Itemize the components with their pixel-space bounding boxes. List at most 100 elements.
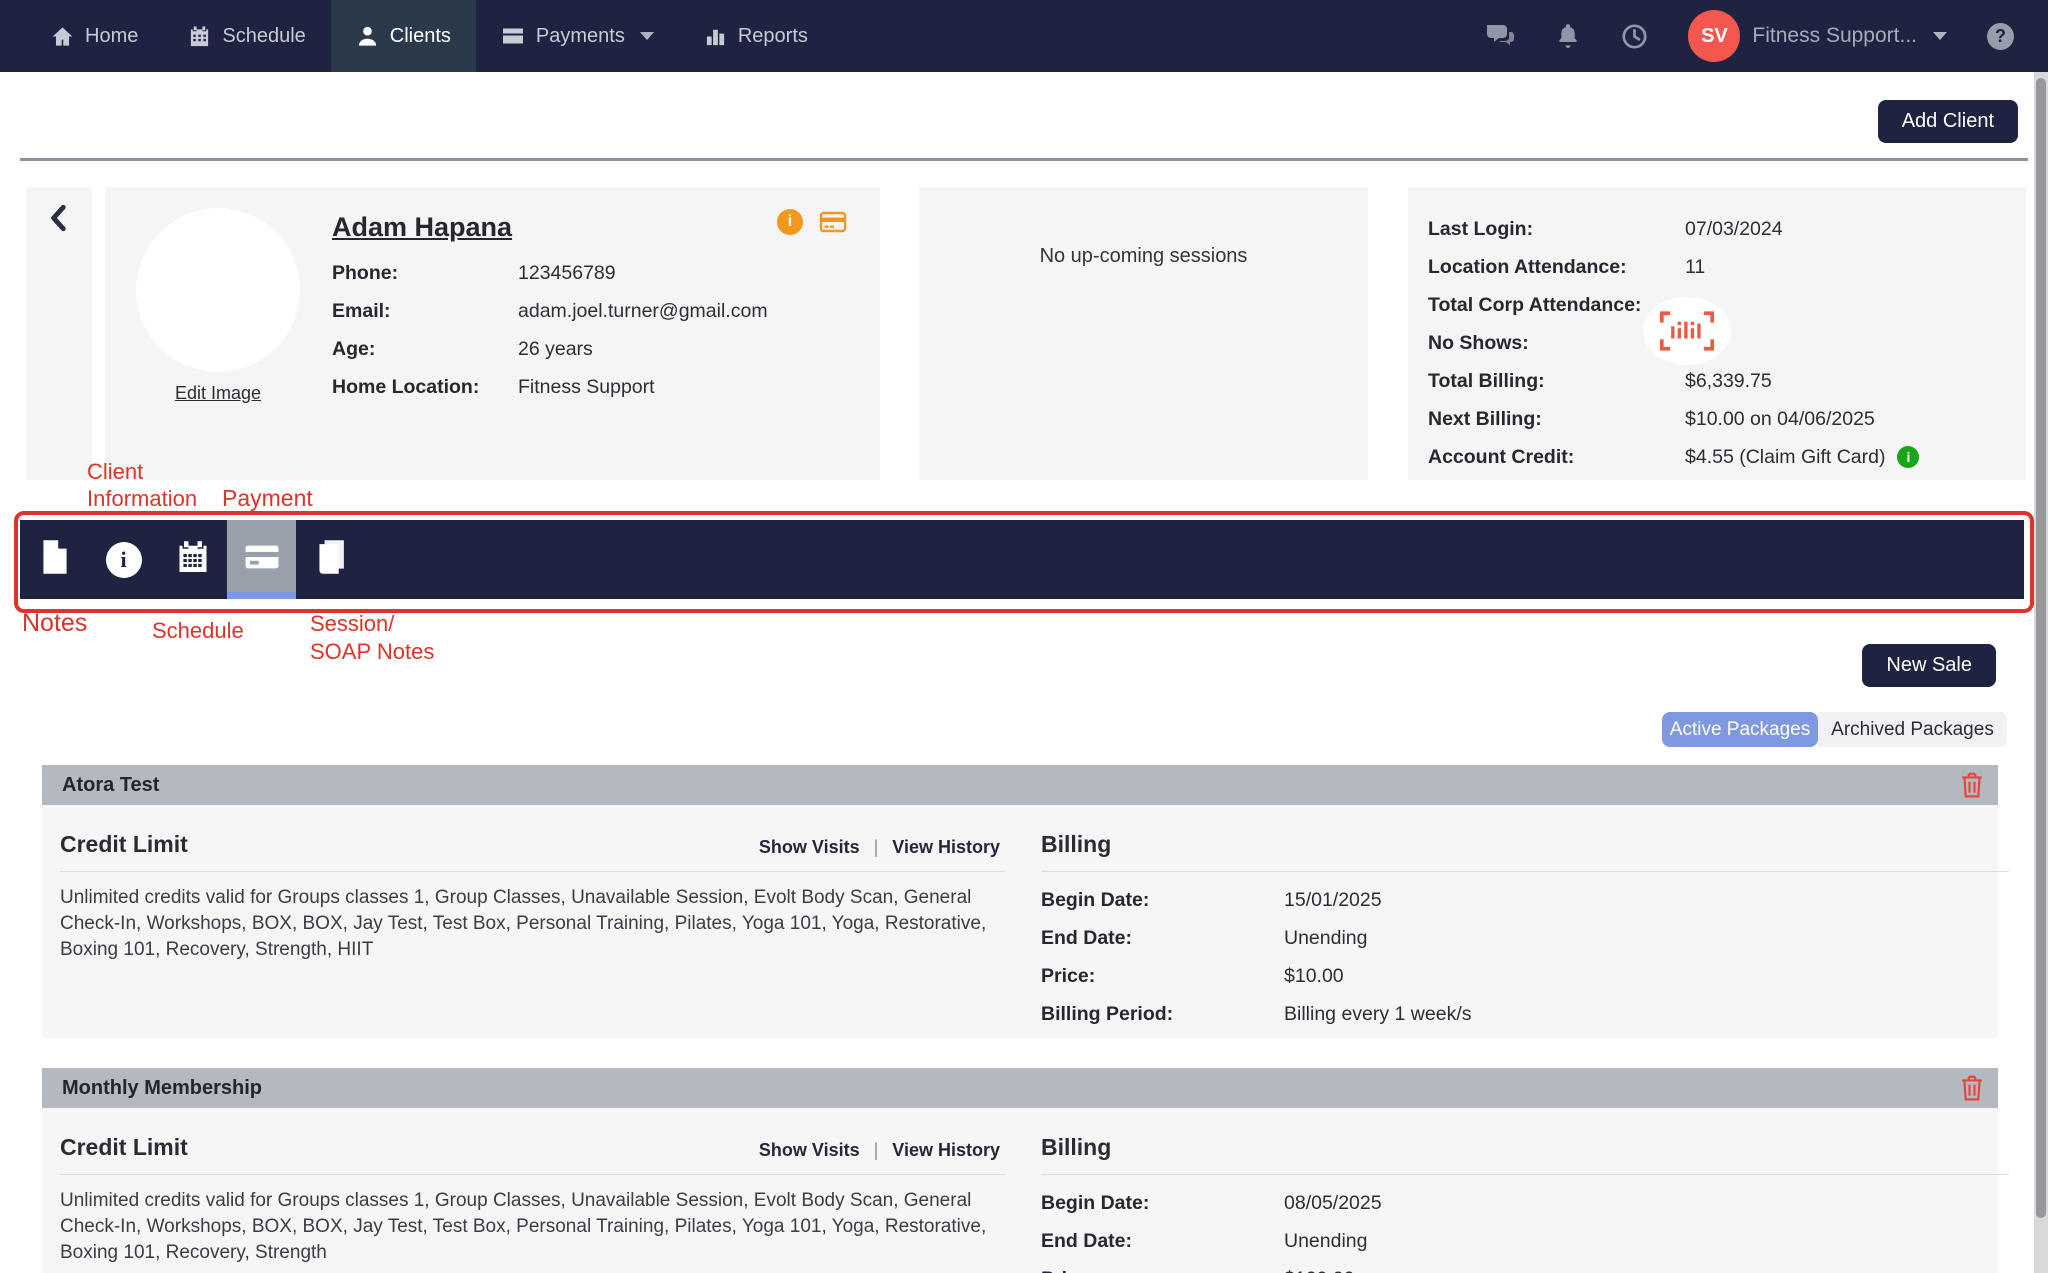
billing-rows: Begin Date:15/01/2025 End Date:Unending … [1041, 889, 1472, 1041]
billing-row: Price:$10.00 [1041, 965, 1472, 1003]
stat-row: Location Attendance:11 [1428, 256, 2016, 294]
billing-rows: Begin Date:08/05/2025 End Date:Unending … [1041, 1192, 1382, 1273]
scrollbar-thumb[interactable] [2036, 78, 2046, 1218]
stat-row: Account Credit: $4.55 (Claim Gift Card)i [1428, 446, 2016, 484]
stat-row: Last Login:07/03/2024 [1428, 218, 2016, 256]
delete-package-icon[interactable] [1960, 1075, 1984, 1106]
nav-right: SV Fitness Support... ? [1485, 0, 2048, 72]
chevron-down-icon [1933, 32, 1947, 40]
tab-notes[interactable] [20, 520, 89, 599]
client-info-panel: Edit Image Adam Hapana i Phone:123456789… [105, 187, 880, 480]
package-header: Monthly Membership [42, 1068, 1998, 1108]
billing-row: End Date:Unending [1041, 1230, 1382, 1268]
nav-item-label: Home [85, 25, 138, 48]
client-field-row: Email:adam.joel.turner@gmail.com [332, 300, 768, 338]
view-history-link[interactable]: View History [892, 1140, 1000, 1160]
package-title: Atora Test [42, 774, 159, 797]
stat-row: Total Billing:$6,339.75 [1428, 370, 2016, 408]
divider [60, 871, 1005, 872]
billing-heading: Billing [1041, 831, 1111, 858]
payments-icon [501, 24, 525, 48]
client-billing-card-icon[interactable] [819, 210, 847, 234]
billing-row: Begin Date:15/01/2025 [1041, 889, 1472, 927]
delete-package-icon[interactable] [1960, 772, 1984, 803]
annotation-payment: Payment [222, 485, 313, 512]
account-credit-info-icon[interactable]: i [1897, 446, 1919, 468]
nav-item-clients[interactable]: Clients [331, 0, 476, 72]
client-header-icons: i [777, 209, 847, 235]
divider [1041, 871, 2009, 872]
bell-icon[interactable] [1555, 23, 1581, 49]
tab-session-soap-notes[interactable] [296, 520, 365, 599]
nav-item-label: Clients [390, 25, 451, 48]
barcode-icon [1659, 310, 1715, 352]
book-icon [314, 539, 348, 580]
client-name-link[interactable]: Adam Hapana [332, 212, 512, 243]
billing-row: End Date:Unending [1041, 927, 1472, 965]
new-sale-button[interactable]: New Sale [1862, 644, 1996, 687]
divider [20, 158, 2028, 161]
calendar-icon [188, 25, 211, 48]
client-field-row: Home Location:Fitness Support [332, 376, 768, 414]
chevron-left-icon[interactable] [46, 203, 72, 238]
client-info-icon[interactable]: i [777, 209, 803, 235]
tab-client-information[interactable]: i [89, 520, 158, 599]
client-section-tabbar: i [20, 520, 2024, 599]
nav-item-payments[interactable]: Payments [476, 0, 679, 72]
avatar: SV [1688, 10, 1740, 62]
edit-image-link[interactable]: Edit Image [136, 383, 300, 404]
show-visits-link[interactable]: Show Visits [759, 1140, 860, 1160]
no-sessions-message: No up-coming sessions [919, 245, 1368, 268]
annotation-schedule: Schedule [152, 617, 244, 644]
nav-item-home[interactable]: Home [26, 0, 163, 72]
nav-left: Home Schedule Clients Payments Reports [0, 0, 833, 72]
billing-row: Billing Period:Billing every 1 week/s [1041, 1003, 1472, 1041]
nav-item-label: Payments [536, 25, 625, 48]
package-links: Show Visits|View History [60, 837, 1000, 858]
divider [1041, 1174, 2009, 1175]
nav-item-reports[interactable]: Reports [679, 0, 833, 72]
top-navbar: Home Schedule Clients Payments Reports [0, 0, 2048, 72]
client-fields: Phone:123456789 Email:adam.joel.turner@g… [332, 262, 768, 414]
back-panel [26, 187, 92, 480]
client-photo [136, 208, 300, 372]
package-credits-text: Unlimited credits valid for Groups class… [60, 885, 1012, 963]
barcode-loading-spinner [1643, 297, 1731, 365]
active-packages-tab[interactable]: Active Packages [1662, 712, 1818, 747]
upcoming-sessions-panel: No up-coming sessions [919, 187, 1368, 480]
help-icon[interactable]: ? [1987, 23, 2014, 50]
client-stats-panel: Last Login:07/03/2024 Location Attendanc… [1408, 187, 2026, 480]
client-field-row: Phone:123456789 [332, 262, 768, 300]
credit-card-icon [243, 541, 281, 578]
nav-item-schedule[interactable]: Schedule [163, 0, 330, 72]
billing-row: Begin Date:08/05/2025 [1041, 1192, 1382, 1230]
document-icon [39, 539, 71, 580]
add-client-button[interactable]: Add Client [1878, 100, 2018, 143]
archived-packages-tab[interactable]: Archived Packages [1818, 712, 2007, 747]
package-body: Credit Limit Show Visits|View History Un… [42, 805, 1998, 1038]
view-history-link[interactable]: View History [892, 837, 1000, 857]
chevron-down-icon [640, 32, 654, 40]
package-credits-text: Unlimited credits valid for Groups class… [60, 1188, 1012, 1266]
clock-icon[interactable] [1621, 23, 1648, 50]
package-title: Monthly Membership [42, 1077, 262, 1100]
client-detail-page: Home Schedule Clients Payments Reports [0, 0, 2048, 1273]
nav-item-label: Schedule [222, 25, 305, 48]
show-visits-link[interactable]: Show Visits [759, 837, 860, 857]
chat-icon[interactable] [1485, 23, 1515, 49]
page-scrollbar[interactable] [2034, 72, 2048, 1273]
user-menu[interactable]: SV Fitness Support... [1688, 10, 1947, 62]
person-icon [356, 25, 379, 48]
user-name: Fitness Support... [1752, 24, 1917, 48]
nav-item-label: Reports [738, 25, 808, 48]
bar-chart-icon [704, 25, 727, 48]
annotation-notes: Notes [22, 610, 87, 637]
divider [60, 1174, 1005, 1175]
billing-row: Price:$100.00 [1041, 1268, 1382, 1273]
tab-payment[interactable] [227, 520, 296, 599]
tab-schedule[interactable] [158, 520, 227, 599]
billing-heading: Billing [1041, 1134, 1111, 1161]
calendar-icon [175, 539, 211, 580]
home-icon [51, 25, 74, 48]
annotation-client-information: Client Information [87, 458, 197, 512]
